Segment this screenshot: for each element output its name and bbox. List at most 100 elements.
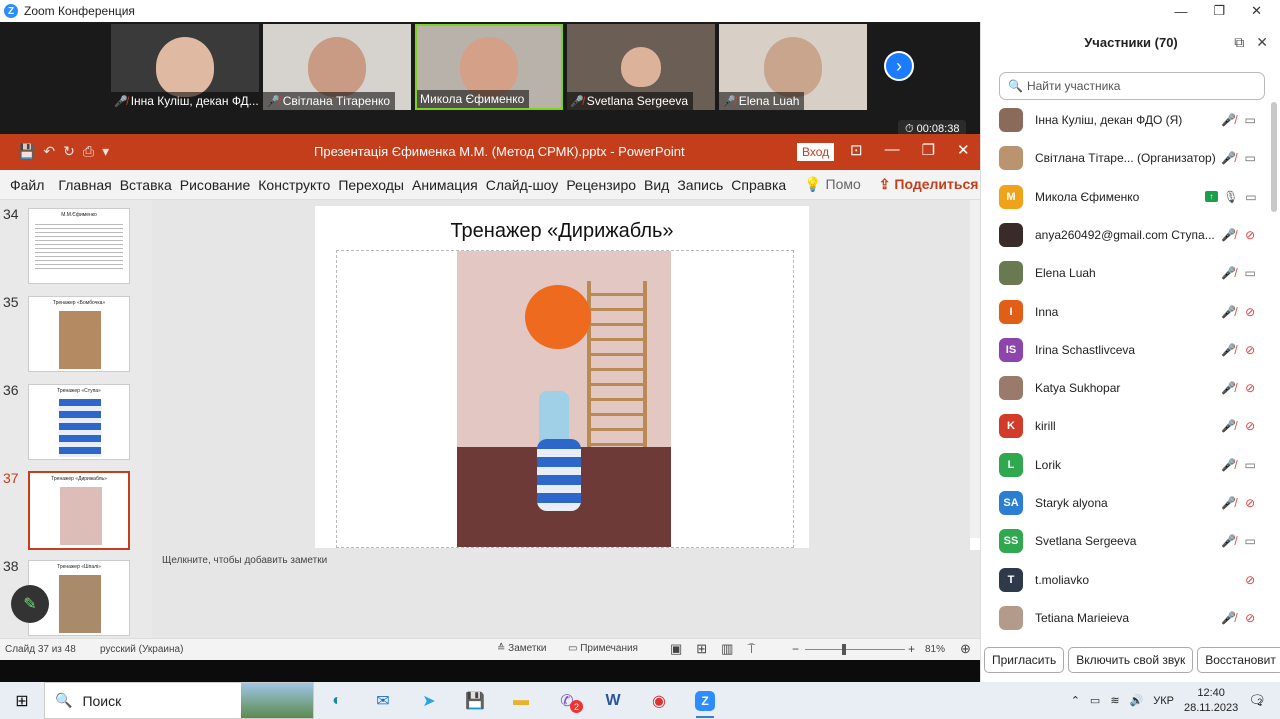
- invite-button[interactable]: Пригласить: [984, 647, 1065, 673]
- close-panel-icon[interactable]: ✕: [1256, 34, 1268, 51]
- next-page-button[interactable]: ›: [884, 51, 914, 81]
- chrome-icon[interactable]: ◉: [636, 682, 682, 719]
- minimize-icon[interactable]: —: [885, 141, 900, 159]
- participant-row[interactable]: Tetiana Marieieva 🎤̸ ⊘: [999, 599, 1261, 637]
- notes-pane[interactable]: Щелкните, чтобы добавить заметки: [152, 550, 980, 638]
- video-off-icon[interactable]: ⊘: [1239, 496, 1261, 510]
- video-off-icon[interactable]: ⊘: [1239, 305, 1261, 319]
- tab-slideshow[interactable]: Слайд-шоу: [482, 177, 563, 193]
- participant-row[interactable]: IS Irina Schastlivceva 🎤̸ ⊘: [999, 331, 1261, 369]
- video-on-icon[interactable]: ▭: [1239, 113, 1261, 127]
- volume-icon[interactable]: 🔊: [1130, 694, 1144, 707]
- participant-row[interactable]: Kkirill 🎤̸ ⊘: [999, 407, 1261, 445]
- comments-toggle[interactable]: ▭ Примечания: [568, 643, 638, 654]
- participant-list-scrollbar[interactable]: [1271, 102, 1277, 212]
- view-buttons[interactable]: ▣⊞▥⍑: [670, 641, 769, 657]
- restore-icon[interactable]: ❐: [1213, 3, 1225, 19]
- tell-me-search[interactable]: 💡 Помо: [800, 176, 865, 193]
- mic-on-icon[interactable]: 🎙: [1221, 190, 1241, 204]
- mic-off-icon[interactable]: 🎤̸: [1218, 305, 1240, 319]
- zoom-slider-thumb[interactable]: [842, 644, 846, 655]
- start-button[interactable]: ⊞: [0, 682, 44, 719]
- word-icon[interactable]: W: [590, 682, 636, 719]
- zoom-in-icon[interactable]: +: [908, 642, 915, 656]
- restore-button[interactable]: Восстановит: [1197, 647, 1280, 673]
- share-button[interactable]: ⇪ Поделиться: [879, 176, 979, 193]
- slide-thumbnail[interactable]: Тренажер «Бомбочка»: [28, 296, 130, 372]
- mail-icon[interactable]: ✉: [360, 682, 406, 719]
- taskview-icon[interactable]: ◐: [314, 682, 360, 719]
- save-app-icon[interactable]: 💾: [452, 682, 498, 719]
- file-explorer-icon[interactable]: ▬: [498, 682, 544, 719]
- unmute-myself-button[interactable]: Включить свой звук: [1068, 647, 1194, 673]
- video-tile-active-speaker[interactable]: Микола Єфименко: [415, 24, 563, 110]
- zoom-taskbar-icon[interactable]: Z: [682, 682, 728, 719]
- notes-toggle[interactable]: ≙ Заметки: [497, 643, 546, 654]
- restore-icon[interactable]: ❐: [922, 141, 935, 159]
- video-on-icon[interactable]: ▭: [1239, 534, 1261, 548]
- participant-row[interactable]: Katya Sukhopar 🎤̸ ⊘: [999, 369, 1261, 407]
- video-tile[interactable]: 🎤̸ Світлана Тітаренко: [263, 24, 411, 110]
- language-indicator[interactable]: русский (Украина): [100, 644, 183, 655]
- video-off-icon[interactable]: ⊘: [1239, 228, 1261, 242]
- notification-center-icon[interactable]: 🗨 2: [1248, 692, 1266, 709]
- minimize-icon[interactable]: —: [1174, 4, 1187, 19]
- video-off-icon[interactable]: ⊘: [1239, 419, 1261, 433]
- zoom-slider[interactable]: [805, 649, 905, 650]
- tab-transitions[interactable]: Переходы: [334, 177, 408, 193]
- tab-review[interactable]: Рецензиро: [562, 177, 640, 193]
- zoom-out-icon[interactable]: −: [792, 642, 799, 656]
- current-slide[interactable]: Тренажер «Дирижабль»: [315, 206, 809, 548]
- mic-off-icon[interactable]: 🎤̸: [1218, 496, 1240, 510]
- chevron-up-icon[interactable]: ⌃: [1071, 694, 1080, 707]
- video-on-icon[interactable]: ▭: [1239, 266, 1261, 280]
- slide-thumbnail[interactable]: М.М.Єфименко: [28, 208, 130, 284]
- participant-row[interactable]: I Inna 🎤̸ ⊘: [999, 293, 1261, 331]
- login-button[interactable]: Вход: [797, 143, 835, 161]
- video-off-icon[interactable]: ⊘: [1239, 573, 1261, 587]
- quick-access-toolbar[interactable]: 💾↶↻⎙▾: [18, 143, 117, 160]
- tab-insert[interactable]: Вставка: [116, 177, 176, 193]
- video-tile[interactable]: 🎤̸ Svetlana Sergeeva: [567, 24, 715, 110]
- slide-scrollbar[interactable]: [970, 200, 980, 538]
- mic-off-icon[interactable]: 🎤̸: [1218, 611, 1240, 625]
- telegram-icon[interactable]: ➤: [406, 682, 452, 719]
- mic-off-icon[interactable]: 🎤̸: [1218, 343, 1240, 357]
- mic-off-icon[interactable]: 🎤̸: [1218, 419, 1240, 433]
- close-icon[interactable]: ✕: [957, 141, 970, 159]
- video-off-icon[interactable]: ⊘: [1239, 381, 1261, 395]
- participant-search-input[interactable]: 🔍 Найти участника: [999, 72, 1265, 100]
- video-on-icon[interactable]: ▭: [1241, 190, 1261, 204]
- video-tile[interactable]: 🎤̸ Elena Luah: [719, 24, 867, 110]
- tab-view[interactable]: Вид: [640, 177, 673, 193]
- annotate-pen-button[interactable]: ✎: [11, 585, 49, 623]
- clock[interactable]: 12:40 28.11.2023: [1184, 686, 1238, 716]
- participant-row[interactable]: Elena Luah 🎤̸ ▭: [999, 254, 1261, 292]
- viber-icon[interactable]: ✆ 2: [544, 682, 590, 719]
- mic-off-icon[interactable]: 🎤̸: [1218, 534, 1240, 548]
- participant-row[interactable]: SA Staryk alyona 🎤̸ ⊘: [999, 484, 1261, 522]
- slide-thumbnail-selected[interactable]: Тренажер «Дирижабль»: [28, 471, 130, 550]
- video-on-icon[interactable]: ▭: [1239, 151, 1261, 165]
- video-on-icon[interactable]: ▭: [1239, 458, 1261, 472]
- participant-row[interactable]: Tt.moliavko ⊘: [999, 561, 1261, 599]
- taskbar-search[interactable]: 🔍 Поиск: [44, 682, 314, 719]
- language-indicator[interactable]: УКР: [1153, 695, 1174, 707]
- popout-icon[interactable]: ⧉: [1234, 34, 1244, 51]
- tab-draw[interactable]: Рисование: [176, 177, 255, 193]
- ribbon-display-icon[interactable]: ⊡: [850, 141, 863, 159]
- wifi-icon[interactable]: ≋: [1110, 694, 1119, 707]
- tab-file[interactable]: Файл: [6, 177, 48, 193]
- mic-off-icon[interactable]: 🎤̸: [1218, 228, 1240, 242]
- tab-record[interactable]: Запись: [673, 177, 727, 193]
- fit-slide-icon[interactable]: ⊕: [960, 641, 971, 657]
- participant-row[interactable]: L Lorik 🎤̸ ▭: [999, 446, 1261, 484]
- mic-off-icon[interactable]: 🎤̸: [1218, 381, 1240, 395]
- slide-thumbnail[interactable]: Тренажер «Ступа»: [28, 384, 130, 460]
- video-off-icon[interactable]: ⊘: [1239, 343, 1261, 357]
- mic-off-icon[interactable]: 🎤̸: [1218, 458, 1240, 472]
- video-off-icon[interactable]: ⊘: [1239, 611, 1261, 625]
- tab-home[interactable]: Главная: [54, 177, 115, 193]
- tab-design[interactable]: Конструкто: [254, 177, 334, 193]
- participant-row[interactable]: Світлана Тітаре... (Организатор) 🎤̸ ▭: [999, 139, 1261, 177]
